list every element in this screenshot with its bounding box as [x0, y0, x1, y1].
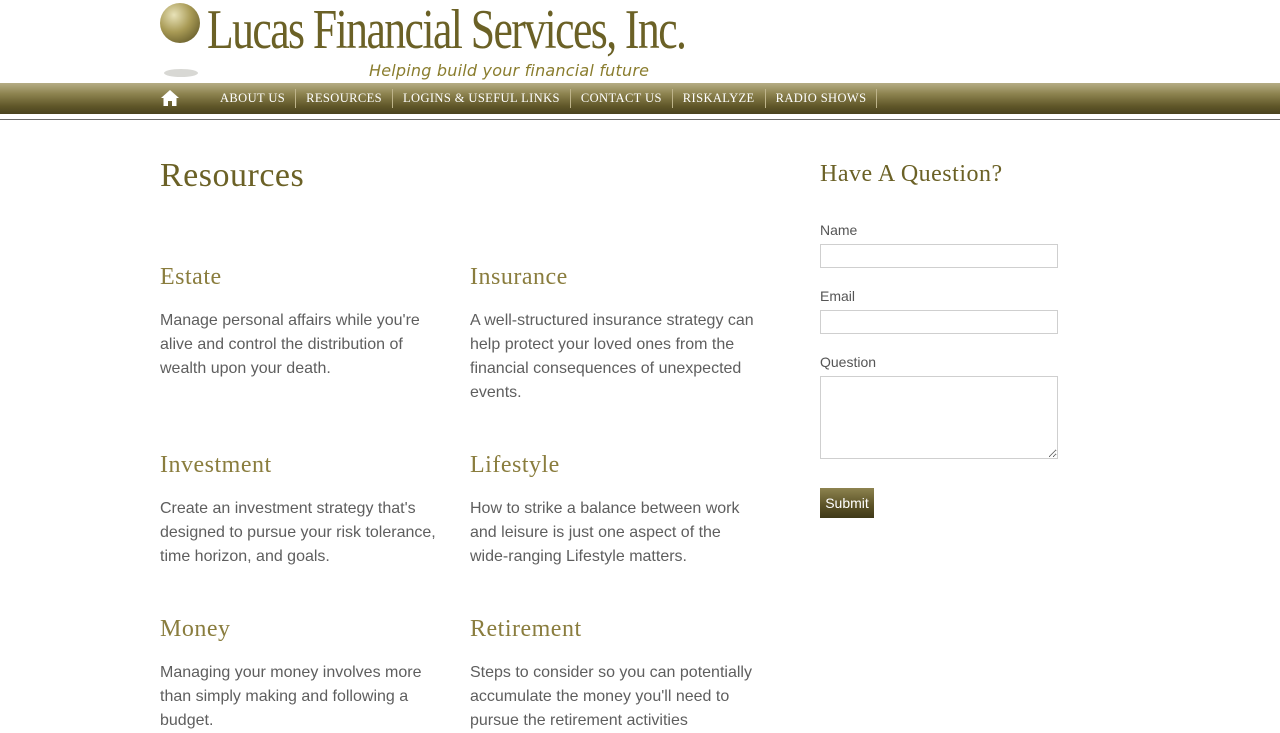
site-logo[interactable]: Lucas Financial Services, Inc. Helping b…	[160, 0, 687, 83]
home-link[interactable]	[160, 89, 180, 107]
section-description: A well-structured insurance strategy can…	[470, 312, 754, 401]
header-divider	[0, 119, 1280, 120]
email-label: Email	[820, 288, 856, 304]
resource-section-insurance: Insurance A well-structured insurance st…	[470, 262, 755, 405]
name-label: Name	[820, 222, 858, 238]
section-description: Managing your money involves more than s…	[160, 664, 422, 729]
globe-shadow	[164, 69, 198, 77]
section-description: Manage personal affairs while you're ali…	[160, 312, 420, 377]
resource-section-retirement: Retirement Steps to consider so you can …	[470, 614, 755, 733]
resource-section-estate: Estate Manage personal affairs while you…	[160, 262, 445, 381]
main-navigation: About Us Resources Logins & Useful Links…	[0, 83, 1280, 114]
resource-section-lifestyle: Lifestyle How to strike a balance betwee…	[470, 450, 755, 569]
question-textarea[interactable]	[820, 376, 1058, 459]
email-field[interactable]	[820, 310, 1058, 334]
site-header: Lucas Financial Services, Inc. Helping b…	[0, 0, 1280, 83]
nav-item-logins-useful-links[interactable]: Logins & Useful Links	[393, 89, 571, 108]
submit-button[interactable]: Submit	[820, 488, 874, 518]
nav-menu: About Us Resources Logins & Useful Links…	[210, 83, 878, 114]
section-title[interactable]: Money	[160, 614, 445, 644]
resource-section-money: Money Managing your money involves more …	[160, 614, 445, 733]
section-title[interactable]: Estate	[160, 262, 445, 292]
sidebar-title: Have A Question?	[820, 161, 1003, 187]
nav-item-about-us[interactable]: About Us	[210, 89, 297, 108]
section-title[interactable]: Retirement	[470, 614, 755, 644]
page-title: Resources	[160, 157, 305, 194]
logo-tagline: Helping build your financial future	[369, 61, 650, 80]
nav-item-resources[interactable]: Resources	[296, 89, 393, 108]
name-field[interactable]	[820, 244, 1058, 268]
section-description: Steps to consider so you can potentially…	[470, 664, 752, 729]
question-label: Question	[820, 354, 877, 370]
globe-logo-icon	[160, 3, 200, 43]
section-description: Create an investment strategy that's des…	[160, 500, 436, 565]
nav-item-riskalyze[interactable]: Riskalyze	[673, 89, 766, 108]
logo-title: Lucas Financial Services, Inc.	[207, 0, 687, 61]
nav-item-contact-us[interactable]: Contact Us	[571, 89, 673, 108]
section-title[interactable]: Insurance	[470, 262, 755, 292]
resource-section-investment: Investment Create an investment strategy…	[160, 450, 445, 569]
home-icon	[161, 90, 179, 106]
section-title[interactable]: Lifestyle	[470, 450, 755, 480]
nav-item-radio-shows[interactable]: Radio Shows	[766, 89, 878, 108]
section-title[interactable]: Investment	[160, 450, 445, 480]
section-description: How to strike a balance between work and…	[470, 500, 740, 565]
question-form-sidebar: Have A Question? Name Email Question Sub…	[820, 157, 1060, 518]
